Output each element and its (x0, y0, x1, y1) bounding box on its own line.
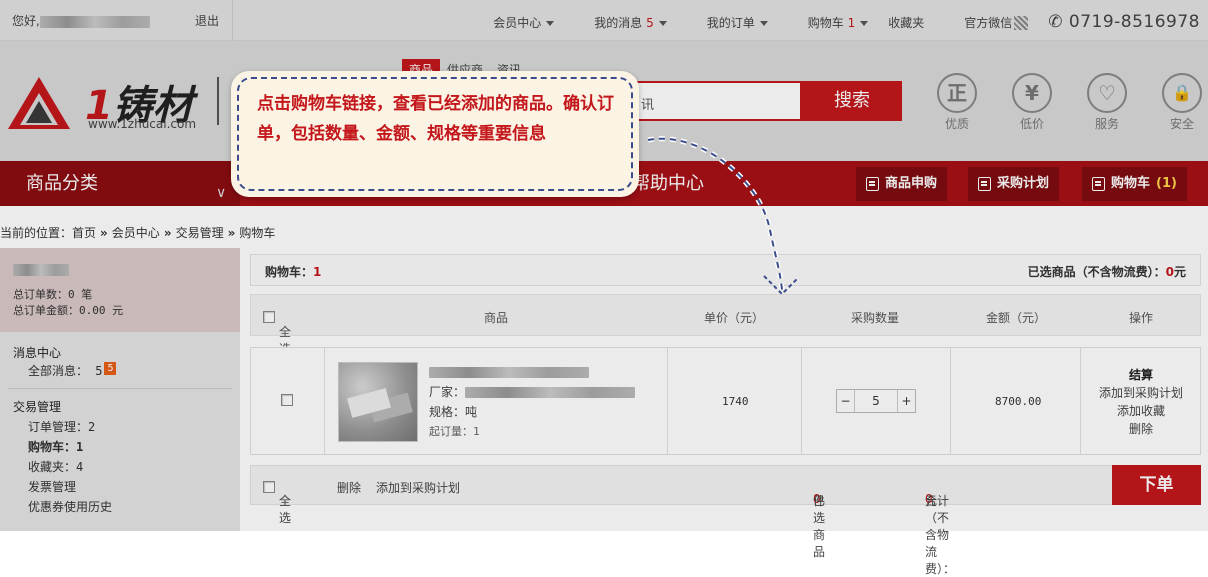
sidebar-item-all-messages[interactable]: 全部消息： 55 (28, 362, 117, 379)
assurance-low-price: ¥ 低价 (1007, 73, 1057, 132)
total-orders: 总订单数：0 笔 (13, 288, 93, 301)
top-bar: 您好, 退出 会员中心 我的消息 5 我的订单 购物车 1 收藏夹 官方微信 ✆… (0, 0, 1208, 41)
category-menu[interactable]: 商品分类 ∨ (0, 161, 240, 206)
quantity-input[interactable]: 5 (855, 390, 897, 412)
logo-divider (217, 77, 219, 125)
breadcrumb-trade[interactable]: 交易管理 (176, 226, 224, 240)
sidebar: 总订单数：0 笔 总订单金额：0.00 元 消息中心 全部消息： 55 交易管理… (0, 248, 240, 531)
sidebar-item-invoices[interactable]: 发票管理 (28, 478, 76, 495)
breadcrumb-member-center[interactable]: 会员中心 (112, 226, 160, 240)
sidebar-item-cart[interactable]: 购物车：1 (28, 438, 83, 455)
checklist-icon (978, 177, 991, 191)
assurance-quality: 正优质 (932, 73, 982, 132)
cart-count: 1 (847, 15, 856, 30)
line-amount: 8700.00 (995, 395, 1042, 408)
add-to-plan-link[interactable]: 添加到采购计划 (1081, 384, 1201, 402)
select-all-checkbox[interactable] (263, 310, 275, 323)
messages-count: 5 (646, 15, 654, 30)
user-summary: 总订单数：0 笔 总订单金额：0.00 元 (0, 248, 240, 332)
nav-purchase-plan-button[interactable]: 采购计划 (968, 167, 1060, 201)
cart-footer: 全选 删除 添加到采购计划 已选商品 0 件 合计（不含物流费）： 0 元 (250, 465, 1201, 576)
chevron-down-icon (658, 20, 667, 26)
callout-text: 点击购物车链接，查看已经添加的商品。确认订单，包括数量、金额、规格等重要信息 (257, 94, 614, 144)
col-actions: 操作 (1129, 311, 1154, 325)
footer-select-all-checkbox[interactable] (263, 480, 275, 493)
breadcrumb-cart: 购物车 (239, 226, 276, 240)
nav-help-center[interactable]: 帮助中心 (632, 161, 704, 206)
top-nav-cart[interactable]: 购物车 1 (788, 14, 869, 31)
divider (232, 0, 233, 41)
top-nav-favorites[interactable]: 收藏夹 (888, 14, 924, 31)
nav-cart-button[interactable]: 购物车 (1) (1082, 167, 1187, 201)
decrease-button[interactable]: − (837, 390, 855, 412)
footer-delete-link[interactable]: 删除 (337, 479, 361, 496)
unit-price: 1740 (722, 395, 749, 408)
col-amount: 金额（元） (986, 311, 1047, 325)
top-nav-orders[interactable]: 我的订单 (687, 14, 768, 31)
quantity-stepper: − 5 + (836, 389, 916, 413)
breadcrumb: 当前的位置：首页» 会员中心» 交易管理» 购物车 (0, 226, 276, 240)
logo-url: www.1zhucai.com (88, 117, 197, 131)
trade-management-title: 交易管理 (13, 400, 62, 414)
chevron-down-icon (546, 20, 555, 26)
form-icon (866, 177, 879, 191)
top-nav-wechat[interactable]: 官方微信 (944, 14, 1029, 31)
row-checkbox[interactable] (281, 394, 293, 406)
greeting: 您好, (12, 12, 150, 29)
sidebar-item-favorites[interactable]: 收藏夹：4 (28, 458, 83, 475)
top-nav-messages[interactable]: 我的消息 5 (574, 14, 667, 31)
tutorial-callout: 点击购物车链接，查看已经添加的商品。确认订单，包括数量、金额、规格等重要信息 (231, 71, 639, 197)
logo-triangle-icon (8, 77, 70, 129)
message-center-title: 消息中心 (13, 346, 62, 360)
cart-item-count: 1 (313, 265, 322, 279)
col-unit-price: 单价（元） (704, 311, 765, 325)
total-amount: 总订单金额：0.00 元 (13, 304, 124, 317)
cart-table-header: 全选 商品 单价（元） 采购数量 金额（元） 操作 (250, 294, 1201, 356)
row-actions: 结算 添加到采购计划 添加收藏 删除 (1081, 366, 1201, 438)
lock-icon: 🔒 (1162, 73, 1202, 113)
selected-total: 0 (1165, 265, 1174, 279)
increase-button[interactable]: + (897, 390, 915, 412)
place-order-button[interactable]: 下单 (1112, 465, 1201, 505)
chevron-down-icon (860, 20, 869, 26)
qr-code-icon (1014, 16, 1029, 30)
checkout-link[interactable]: 结算 (1081, 366, 1201, 384)
hotline-phone: ✆ 0719-8516978 (1048, 12, 1200, 32)
user-name-blurred (13, 264, 69, 276)
quality-icon: 正 (937, 73, 977, 113)
cart-row: 厂家： 规格：吨 起订量：1 1740 − 5 + 8700.00 结算 添加到… (250, 347, 1201, 455)
message-badge: 5 (104, 362, 117, 375)
chevron-down-icon (759, 20, 768, 26)
logout-link[interactable]: 退出 (195, 12, 219, 29)
delete-link[interactable]: 删除 (1081, 420, 1201, 438)
select-all-header[interactable]: 全选 (263, 309, 291, 356)
top-nav: 会员中心 我的消息 5 我的订单 购物车 1 收藏夹 官方微信 ✆ 0719-8… (453, 12, 1200, 32)
search-button[interactable]: 搜索 (802, 81, 902, 121)
cart-list-icon (1092, 177, 1105, 191)
heart-icon: ♡ (1087, 73, 1127, 113)
username-blurred (39, 15, 150, 28)
footer-select-all[interactable]: 全选 (263, 479, 291, 525)
divider (8, 388, 232, 389)
col-quantity: 采购数量 (851, 311, 900, 325)
chevron-down-icon: ∨ (216, 185, 227, 201)
sidebar-item-orders[interactable]: 订单管理：2 (28, 418, 95, 435)
cart-summary-bar: 购物车：1 已选商品（不含物流费）：0元 (250, 254, 1201, 286)
breadcrumb-home[interactable]: 首页 (72, 226, 96, 240)
footer-add-plan-link[interactable]: 添加到采购计划 (376, 479, 460, 496)
top-nav-member-center[interactable]: 会员中心 (473, 14, 555, 31)
sidebar-item-coupon-history[interactable]: 优惠券使用历史 (28, 498, 112, 515)
assurance-service: ♡ 服务 (1082, 73, 1132, 132)
assurance-security: 🔒 安全 (1157, 73, 1207, 132)
yen-icon: ¥ (1012, 73, 1052, 113)
add-favorite-link[interactable]: 添加收藏 (1081, 402, 1201, 420)
col-goods: 商品 (484, 311, 509, 325)
nav-purchase-request-button[interactable]: 商品申购 (856, 167, 948, 201)
